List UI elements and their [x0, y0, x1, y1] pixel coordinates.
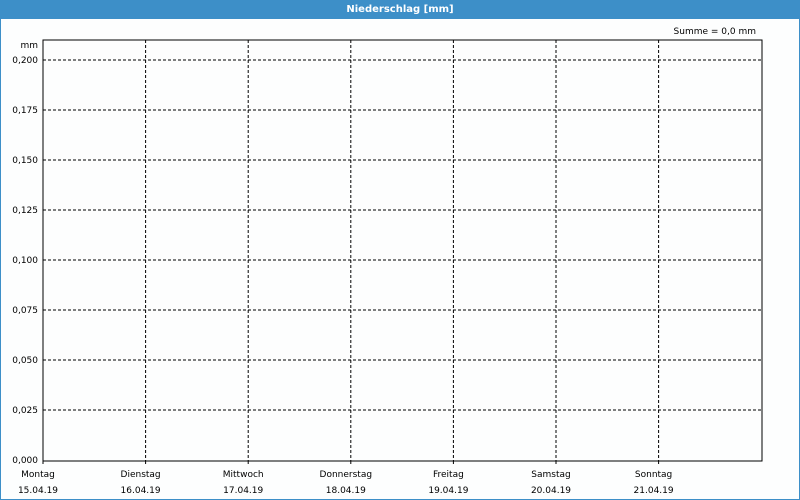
x-tick-date-label: 16.04.19	[121, 486, 161, 496]
x-tick-date-label: 19.04.19	[428, 486, 468, 496]
y-tick-label: 0,075	[12, 306, 38, 316]
x-tick-date-label: 18.04.19	[326, 486, 366, 496]
plot-area	[42, 39, 763, 462]
x-tick-day-label: Sonntag	[635, 470, 672, 480]
y-tick-label: 0,200	[12, 56, 38, 66]
x-tick-day-label: Samstag	[531, 470, 570, 480]
x-tick-date-label: 15.04.19	[18, 486, 58, 496]
y-tick-labels: 0,000 0,025 0,050 0,075 0,100 0,125 0,150 0,175…	[12, 56, 38, 466]
y-tick-label: 0,050	[12, 356, 38, 366]
x-tick-day-label: Freitag	[433, 470, 464, 480]
x-tick-day-label: Donnerstag	[320, 470, 373, 480]
y-tick-label: 0,000	[12, 456, 38, 466]
y-tick-label: 0,175	[12, 106, 38, 116]
x-tick-day-label: Mittwoch	[223, 470, 264, 480]
x-tick-day-label: Dienstag	[121, 470, 161, 480]
x-tick-date-label: 20.04.19	[531, 486, 571, 496]
x-tick-labels: Montag 15.04.19 Dienstag 16.04.19 Mittwoch 17…	[18, 470, 674, 496]
x-tick-date-label: 17.04.19	[223, 486, 263, 496]
y-tick-label: 0,100	[12, 256, 38, 266]
precipitation-chart: 0,000 0,025 0,050 0,075 0,100 0,125 0,150 0,175…	[12, 27, 763, 496]
x-tick-day-label: Montag	[21, 470, 55, 480]
y-tick-label: 0,150	[12, 156, 38, 166]
x-tick-date-label: 21.04.19	[634, 486, 674, 496]
y-axis-unit: mm	[20, 41, 38, 51]
y-tick-label: 0,125	[12, 206, 38, 216]
sum-label: Summe = 0,0 mm	[674, 27, 756, 37]
y-tick-label: 0,025	[12, 406, 38, 416]
